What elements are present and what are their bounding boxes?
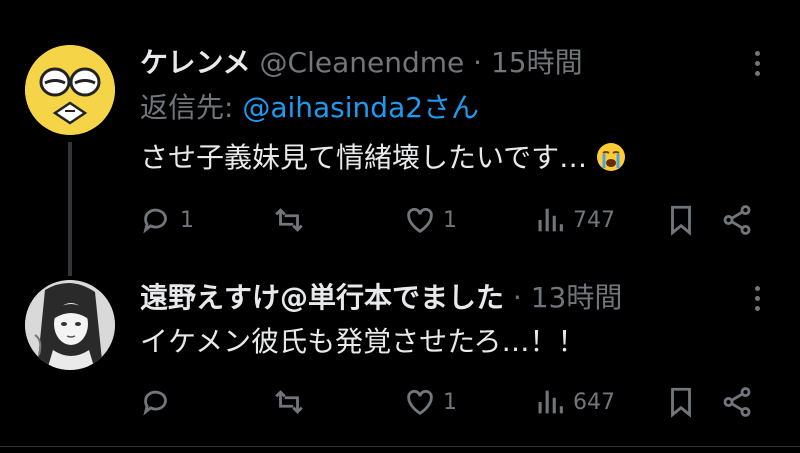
reply-to-handle[interactable]: @aihasinda2さん bbox=[242, 91, 479, 124]
tweet-header: 遠野えすけ@単行本でました · 13時間 bbox=[140, 280, 622, 316]
like-count: 1 bbox=[443, 389, 457, 415]
avatar[interactable] bbox=[25, 45, 115, 135]
repost-icon bbox=[275, 208, 303, 232]
bookmark-button[interactable] bbox=[664, 382, 698, 422]
reply-count: 1 bbox=[180, 207, 194, 233]
views-bar-chart-icon bbox=[538, 208, 563, 232]
like-button[interactable]: 1 bbox=[403, 382, 457, 422]
dot-icon bbox=[754, 50, 760, 56]
tweet-text: イケメン彼氏も発覚させたろ…！！ bbox=[140, 322, 585, 362]
share-icon bbox=[723, 387, 751, 417]
share-button[interactable] bbox=[720, 382, 754, 422]
reply-icon bbox=[143, 208, 167, 234]
tweet-text-body: イケメン彼氏も発覚させたろ…！！ bbox=[140, 325, 586, 358]
view-count: 747 bbox=[573, 207, 615, 233]
tweet-text-body: させ子義妹見て情緒壊したいです… bbox=[140, 141, 588, 174]
repost-icon bbox=[275, 390, 303, 414]
separator: · bbox=[512, 281, 522, 314]
tweet-2[interactable]: 遠野えすけ@単行本でました · 13時間 イケメン彼氏も発覚させたろ…！！ 1 bbox=[0, 270, 800, 453]
reply-context: 返信先: @aihasinda2さん bbox=[140, 90, 479, 126]
repost-button[interactable] bbox=[272, 382, 312, 422]
more-options-button[interactable] bbox=[745, 280, 769, 316]
tweet-actions: 1 647 bbox=[140, 382, 780, 422]
display-name[interactable]: ケレンメ bbox=[140, 46, 251, 79]
cartoon-face-avatar-image bbox=[25, 45, 115, 135]
avatar[interactable] bbox=[25, 280, 115, 370]
dot-icon bbox=[754, 60, 760, 66]
like-count: 1 bbox=[443, 207, 457, 233]
separator: · bbox=[473, 46, 483, 79]
view-count: 647 bbox=[573, 389, 615, 415]
dot-icon bbox=[754, 305, 760, 311]
thread-line bbox=[68, 142, 72, 276]
timestamp[interactable]: 13時間 bbox=[531, 281, 623, 314]
dot-icon bbox=[754, 285, 760, 291]
heart-icon bbox=[407, 389, 433, 416]
tweet-1[interactable]: ケレンメ @Cleanendme · 15時間 返信先: @aihasinda2… bbox=[0, 0, 800, 276]
timestamp[interactable]: 15時間 bbox=[491, 46, 583, 79]
views-button[interactable]: 747 bbox=[533, 200, 615, 240]
share-button[interactable] bbox=[720, 200, 754, 240]
more-options-button[interactable] bbox=[745, 45, 769, 81]
user-handle[interactable]: @Cleanendme bbox=[260, 46, 465, 79]
reply-button[interactable] bbox=[140, 382, 180, 422]
tweet-text: させ子義妹見て情緒壊したいです… bbox=[140, 138, 626, 178]
views-bar-chart-icon bbox=[538, 390, 563, 414]
dot-icon bbox=[754, 70, 760, 76]
loudly-crying-face-icon bbox=[597, 143, 626, 171]
share-icon bbox=[723, 205, 751, 235]
tweet-actions: 1 1 747 bbox=[140, 200, 780, 240]
tweet-header: ケレンメ @Cleanendme · 15時間 bbox=[140, 45, 583, 81]
views-button[interactable]: 647 bbox=[533, 382, 615, 422]
bookmark-icon bbox=[671, 205, 691, 236]
dot-icon bbox=[754, 295, 760, 301]
bottom-divider bbox=[0, 446, 800, 447]
like-button[interactable]: 1 bbox=[403, 200, 457, 240]
heart-icon bbox=[407, 207, 433, 234]
repost-button[interactable] bbox=[272, 200, 312, 240]
reply-button[interactable]: 1 bbox=[140, 200, 194, 240]
bookmark-button[interactable] bbox=[664, 200, 698, 240]
display-name[interactable]: 遠野えすけ@単行本でました bbox=[140, 281, 504, 314]
reply-icon bbox=[143, 390, 167, 416]
bookmark-icon bbox=[671, 387, 691, 418]
reply-to-label: 返信先: bbox=[140, 91, 234, 124]
manga-portrait-avatar-image bbox=[25, 280, 115, 370]
